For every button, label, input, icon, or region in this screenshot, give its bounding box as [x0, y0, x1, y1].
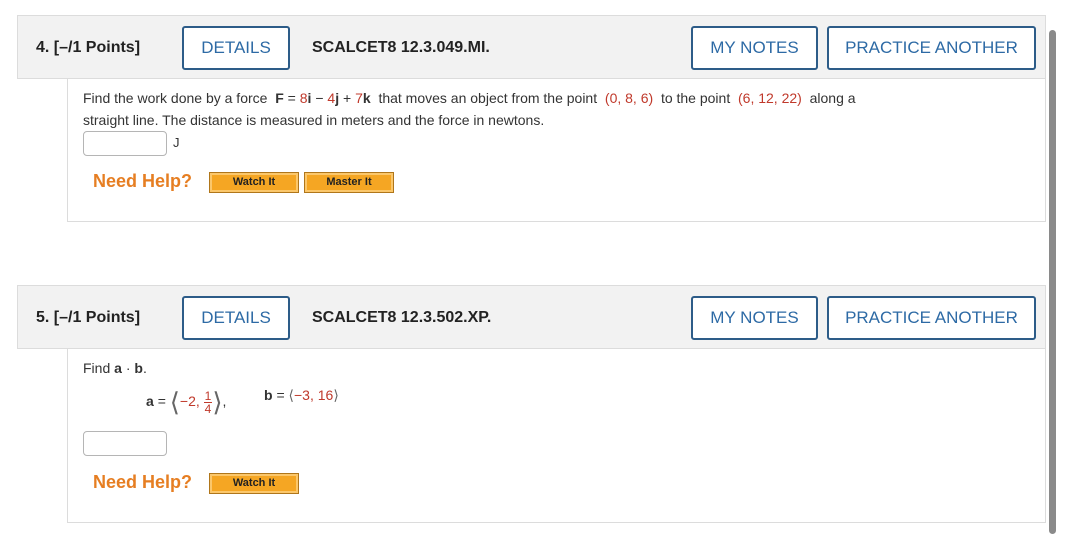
- question-5-header: 5. [–/1 Points] DETAILS SCALCET8 12.3.50…: [17, 285, 1046, 349]
- unit-label: J: [173, 135, 180, 150]
- scrollbar[interactable]: [1049, 30, 1056, 534]
- question-text-line1: Find the work done by a force F = 8i − 4…: [83, 90, 856, 106]
- watch-it-button[interactable]: Watch It: [209, 473, 299, 494]
- question-id: SCALCET8 12.3.049.MI.: [312, 39, 490, 56]
- question-text: Find a · b.: [83, 360, 147, 376]
- right-angle-bracket-icon: ⟩: [333, 387, 339, 403]
- question-number: 5. [–/1 Points]: [36, 309, 141, 326]
- left-angle-bracket-icon: ⟨: [169, 387, 180, 417]
- practice-another-button[interactable]: PRACTICE ANOTHER: [827, 296, 1036, 340]
- answer-input[interactable]: [83, 431, 167, 456]
- need-help-label: Need Help?: [93, 472, 193, 492]
- vector-a: a a = = ⟨−2, 14⟩,: [146, 387, 227, 417]
- point-1: (0, 8, 6): [604, 90, 654, 106]
- point-2: (6, 12, 22): [738, 90, 802, 106]
- watch-it-button[interactable]: Watch It: [209, 172, 299, 193]
- master-it-button[interactable]: Master It: [304, 172, 394, 193]
- question-text-line2: straight line. The distance is measured …: [83, 112, 545, 128]
- question-4-body: Find the work done by a force F = 8i − 4…: [67, 79, 1046, 222]
- question-id: SCALCET8 12.3.502.XP.: [312, 309, 492, 326]
- answer-input[interactable]: [83, 131, 167, 156]
- my-notes-button[interactable]: MY NOTES: [691, 26, 818, 70]
- right-angle-bracket-icon: ⟩: [212, 387, 223, 417]
- question-4-header: 4. [–/1 Points] DETAILS SCALCET8 12.3.04…: [17, 15, 1046, 79]
- details-button[interactable]: DETAILS: [182, 296, 290, 340]
- question-5-body: Find a · b. a a = = ⟨−2, 14⟩, b = ⟨−3, 1…: [67, 349, 1046, 523]
- details-button[interactable]: DETAILS: [182, 26, 290, 70]
- my-notes-button[interactable]: MY NOTES: [691, 296, 818, 340]
- question-number: 4. [–/1 Points]: [36, 39, 141, 56]
- practice-another-button[interactable]: PRACTICE ANOTHER: [827, 26, 1036, 70]
- vector-b: b = ⟨−3, 16⟩: [264, 387, 339, 403]
- need-help-label: Need Help?: [93, 171, 193, 191]
